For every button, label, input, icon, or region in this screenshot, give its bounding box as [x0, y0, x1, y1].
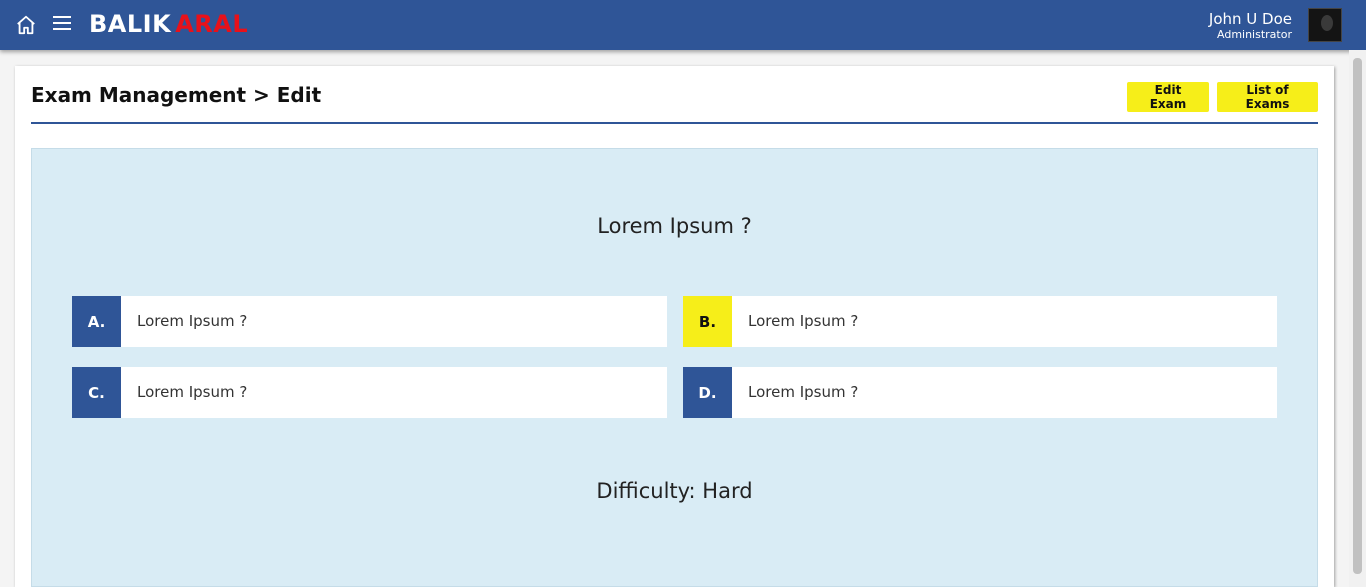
- vertical-scrollbar[interactable]: [1349, 50, 1366, 587]
- home-icon[interactable]: [15, 14, 37, 36]
- option-c[interactable]: C. Lorem Ipsum ?: [72, 367, 667, 418]
- option-letter: B.: [683, 296, 732, 347]
- option-b[interactable]: B. Lorem Ipsum ?: [683, 296, 1277, 347]
- top-navbar: BALIK ARAL John U Doe Administrator: [0, 0, 1366, 50]
- option-letter: C.: [72, 367, 121, 418]
- hamburger-menu-icon[interactable]: [53, 16, 71, 34]
- question-card: Lorem Ipsum ? A. Lorem Ipsum ? B. Lorem …: [31, 148, 1318, 587]
- option-letter: D.: [683, 367, 732, 418]
- user-role: Administrator: [1217, 28, 1292, 41]
- brand-main-text: BALIK: [89, 10, 172, 38]
- edit-exam-button[interactable]: Edit Exam: [1127, 82, 1209, 112]
- question-text: Lorem Ipsum ?: [597, 214, 752, 238]
- brand-logo[interactable]: BALIK ARAL: [89, 10, 248, 38]
- content-panel: Exam Management > Edit Edit Exam List of…: [15, 66, 1334, 587]
- option-text: Lorem Ipsum ?: [137, 312, 248, 330]
- avatar[interactable]: [1308, 8, 1342, 42]
- option-text: Lorem Ipsum ?: [748, 312, 859, 330]
- header-divider: [31, 122, 1318, 124]
- option-a[interactable]: A. Lorem Ipsum ?: [72, 296, 667, 347]
- option-text: Lorem Ipsum ?: [748, 383, 859, 401]
- page-title: Exam Management > Edit: [31, 83, 322, 107]
- option-letter: A.: [72, 296, 121, 347]
- difficulty-label: Difficulty: Hard: [596, 479, 753, 503]
- brand-accent-text: ARAL: [175, 10, 249, 38]
- list-of-exams-button[interactable]: List of Exams: [1217, 82, 1318, 112]
- scrollbar-thumb[interactable]: [1353, 58, 1362, 574]
- user-name[interactable]: John U Doe: [1209, 10, 1292, 28]
- option-text: Lorem Ipsum ?: [137, 383, 248, 401]
- option-d[interactable]: D. Lorem Ipsum ?: [683, 367, 1277, 418]
